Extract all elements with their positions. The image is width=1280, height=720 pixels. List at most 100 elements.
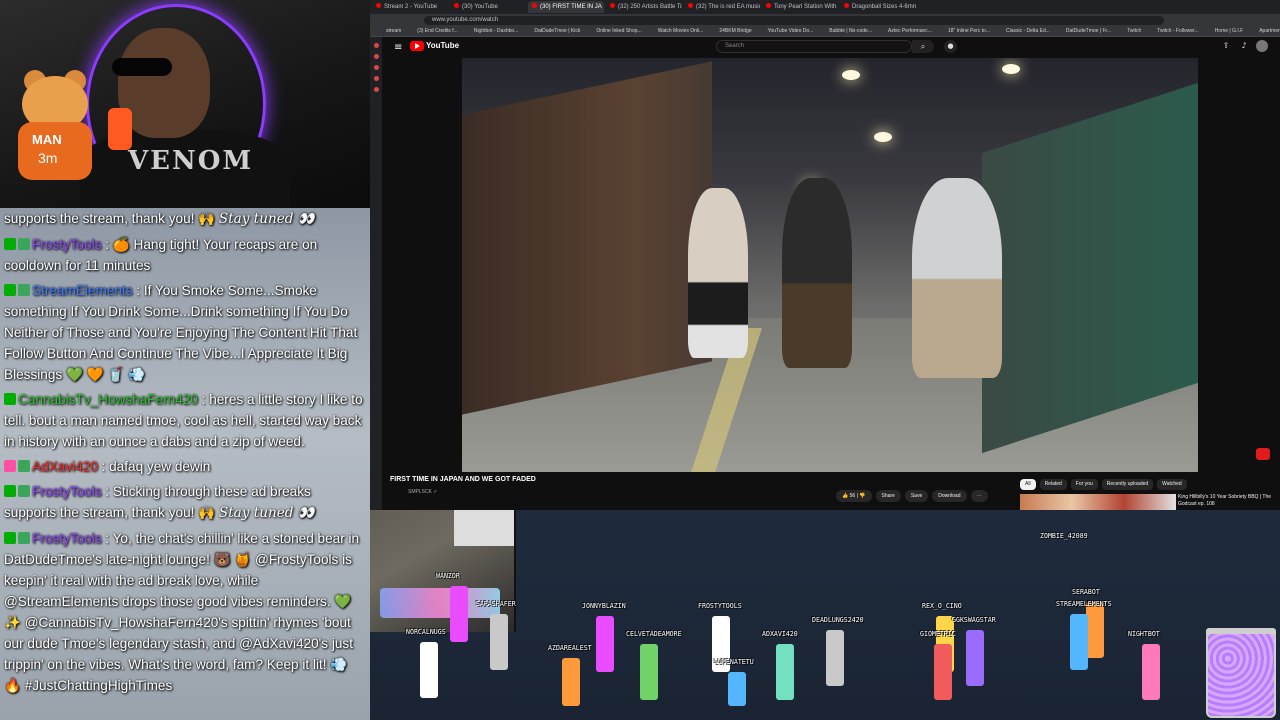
bookmark-item[interactable]: Bubble | No-code...: [829, 28, 872, 34]
video-light: [1002, 64, 1020, 74]
bookmark-item[interactable]: 18" Inline Perc to...: [948, 28, 990, 34]
chat-text: Yo, the chat's chillin' like a stoned be…: [4, 531, 360, 693]
bookmark-item[interactable]: Twitch: [1127, 28, 1141, 34]
favicon-icon: [766, 3, 771, 8]
bookmark-item[interactable]: 24BKM Bridge: [719, 28, 751, 34]
chat-message: FrostyTools : 🍊 Hang tight! Your recaps …: [0, 234, 370, 276]
bookmark-item[interactable]: stream: [386, 28, 401, 34]
video-player[interactable]: [462, 58, 1198, 472]
video-light: [874, 132, 892, 142]
chat-avatar-sprite: [1070, 614, 1088, 670]
chat-username[interactable]: StreamElements: [32, 283, 132, 298]
filter-chip[interactable]: For you: [1070, 479, 1098, 490]
side-panel-icon[interactable]: [373, 43, 379, 48]
bookmark-item[interactable]: Nightbot - Dashbo...: [474, 28, 518, 34]
browser-tab[interactable]: Stream 2 - YouTube: [372, 1, 448, 13]
browser-tab-label: Tony Pearl Station With 2: [774, 4, 838, 10]
side-panel-icon[interactable]: [373, 87, 379, 92]
filter-chip[interactable]: Recently uploaded: [1101, 479, 1154, 490]
chat-avatar-sprite: [562, 658, 580, 706]
url-field[interactable]: www.youtube.com/watch: [424, 15, 1164, 25]
tab-strip: Stream 2 - YouTube (30) YouTube (30) FIRST…: [370, 0, 1280, 14]
favicon-icon: [610, 3, 615, 8]
moderator-badge-icon: [4, 485, 16, 497]
video-person: [782, 178, 852, 368]
avatar[interactable]: [1256, 40, 1268, 52]
save-button[interactable]: Save: [904, 490, 929, 502]
chat-username[interactable]: FrostyTools: [32, 484, 102, 499]
avatar-name-label: STREAMELEMENTS: [1056, 600, 1112, 608]
share-button[interactable]: Share: [875, 490, 901, 502]
browser-tab[interactable]: Tony Pearl Station With 2: [762, 1, 838, 13]
moderator-badge-icon: [4, 393, 16, 405]
browser-tab[interactable]: (30) YouTube: [450, 1, 526, 13]
chat-username[interactable]: FrostyTools: [32, 237, 102, 252]
browser-tab[interactable]: (32) The is red EA music: [684, 1, 760, 13]
voice-search-icon[interactable]: ●: [944, 40, 957, 53]
browser-tab[interactable]: (30) FIRST TIME IN JA: [528, 1, 604, 13]
favicon-icon: [688, 3, 693, 8]
download-button[interactable]: Download: [932, 490, 967, 502]
recommendation-title[interactable]: King Hillbilly's 10 Year Sobriety BBQ | …: [1178, 494, 1278, 508]
bookmark-item[interactable]: DatDudeTmoe | Fr...: [1066, 28, 1111, 34]
bookmark-item[interactable]: Watch Movies Onli...: [658, 28, 704, 34]
like-button[interactable]: 👍 56 | 👎: [836, 490, 872, 502]
filter-chip[interactable]: Watched: [1157, 479, 1187, 490]
moderator-badge-icon: [4, 238, 16, 250]
side-panel-icon[interactable]: [373, 54, 379, 59]
bookmark-item[interactable]: Home | G.I.F: [1215, 28, 1244, 34]
chat-avatar-sprite: [966, 630, 984, 686]
moderator-badge-icon: [4, 532, 16, 544]
bookmark-item[interactable]: Twitch - Follower...: [1157, 28, 1198, 34]
shirt-print: VENOM: [128, 146, 254, 176]
streamer-webcam: VENOM MAN 3m: [0, 0, 370, 208]
live-chat-icon[interactable]: [1256, 448, 1270, 460]
notifications-icon[interactable]: ♪: [1238, 40, 1250, 52]
youtube-play-icon: [415, 43, 420, 49]
bookmark-item[interactable]: Classic - Delta Ed...: [1006, 28, 1050, 34]
chat-avatar-sprite: [420, 642, 438, 698]
favicon-icon: [454, 3, 459, 8]
avatar-name-label: GGKSWAGSTAR: [952, 616, 996, 624]
browser-tab-label: Stream 2 - YouTube: [384, 4, 438, 10]
mascot-subtext: 3m: [38, 150, 58, 166]
like-count: 56: [849, 493, 856, 499]
browser-tab-label: Dragonball Sizes 4-6mm: [852, 4, 916, 10]
chat-username[interactable]: FrostyTools: [32, 531, 102, 546]
chat-username[interactable]: AdXavi420: [32, 459, 98, 474]
bookmark-item[interactable]: (3) End Credits f...: [417, 28, 458, 34]
browser-tab-label: (32) The is red EA music: [696, 4, 760, 10]
bookmark-item[interactable]: DatDudeTmoe | Kick: [534, 28, 580, 34]
bear-mascot-logo: MAN 3m: [14, 70, 96, 190]
filter-chip[interactable]: All: [1020, 479, 1036, 490]
channel-name[interactable]: SMPLSCK ✓: [408, 489, 437, 495]
recommendation-thumbnail[interactable]: [1020, 494, 1176, 510]
side-panel-icon[interactable]: [373, 65, 379, 70]
avatar-name-label: JONNYBLAZIN: [582, 602, 626, 610]
create-icon[interactable]: ⇪: [1220, 40, 1232, 52]
side-panel-icon[interactable]: [373, 76, 379, 81]
bookmark-item[interactable]: YouTube Video Do...: [768, 28, 814, 34]
browser-tab[interactable]: Dragonball Sizes 4-6mm: [840, 1, 916, 13]
chat-text: dafaq yew dewin: [109, 459, 211, 474]
chat-avatar-sprite: [1086, 602, 1104, 658]
chat-avatar-sprite: [1142, 644, 1160, 700]
more-icon[interactable]: ⋯: [970, 490, 988, 502]
bookmark-item[interactable]: Online Inked Shop...: [596, 28, 641, 34]
chat-text: supports the stream, thank you! 🙌: [4, 211, 216, 226]
youtube-logo-text[interactable]: YouTube: [426, 41, 459, 50]
hamburger-menu-icon[interactable]: ≡: [394, 42, 402, 53]
bookmark-item[interactable]: Apartments | Late...: [1259, 28, 1280, 34]
chat-username[interactable]: CannabisTv_HowshaFern420: [18, 392, 198, 407]
bookmark-item[interactable]: Aztec Performanc...: [888, 28, 932, 34]
vip-badge-icon: [18, 460, 30, 472]
chat-overlay: supports the stream, thank you! 🙌 Stay t…: [0, 208, 370, 720]
filter-chip[interactable]: Related: [1039, 479, 1067, 490]
favicon-icon: [844, 3, 849, 8]
search-icon[interactable]: ⌕: [912, 40, 934, 53]
chat-avatar-sprite: [490, 614, 508, 670]
mascot-text: MAN: [32, 132, 62, 147]
search-input[interactable]: Search: [716, 40, 912, 53]
avatar-name-label: GIOMETRIC: [920, 630, 956, 638]
browser-tab[interactable]: (32) 250 Artists Battle To: [606, 1, 682, 13]
